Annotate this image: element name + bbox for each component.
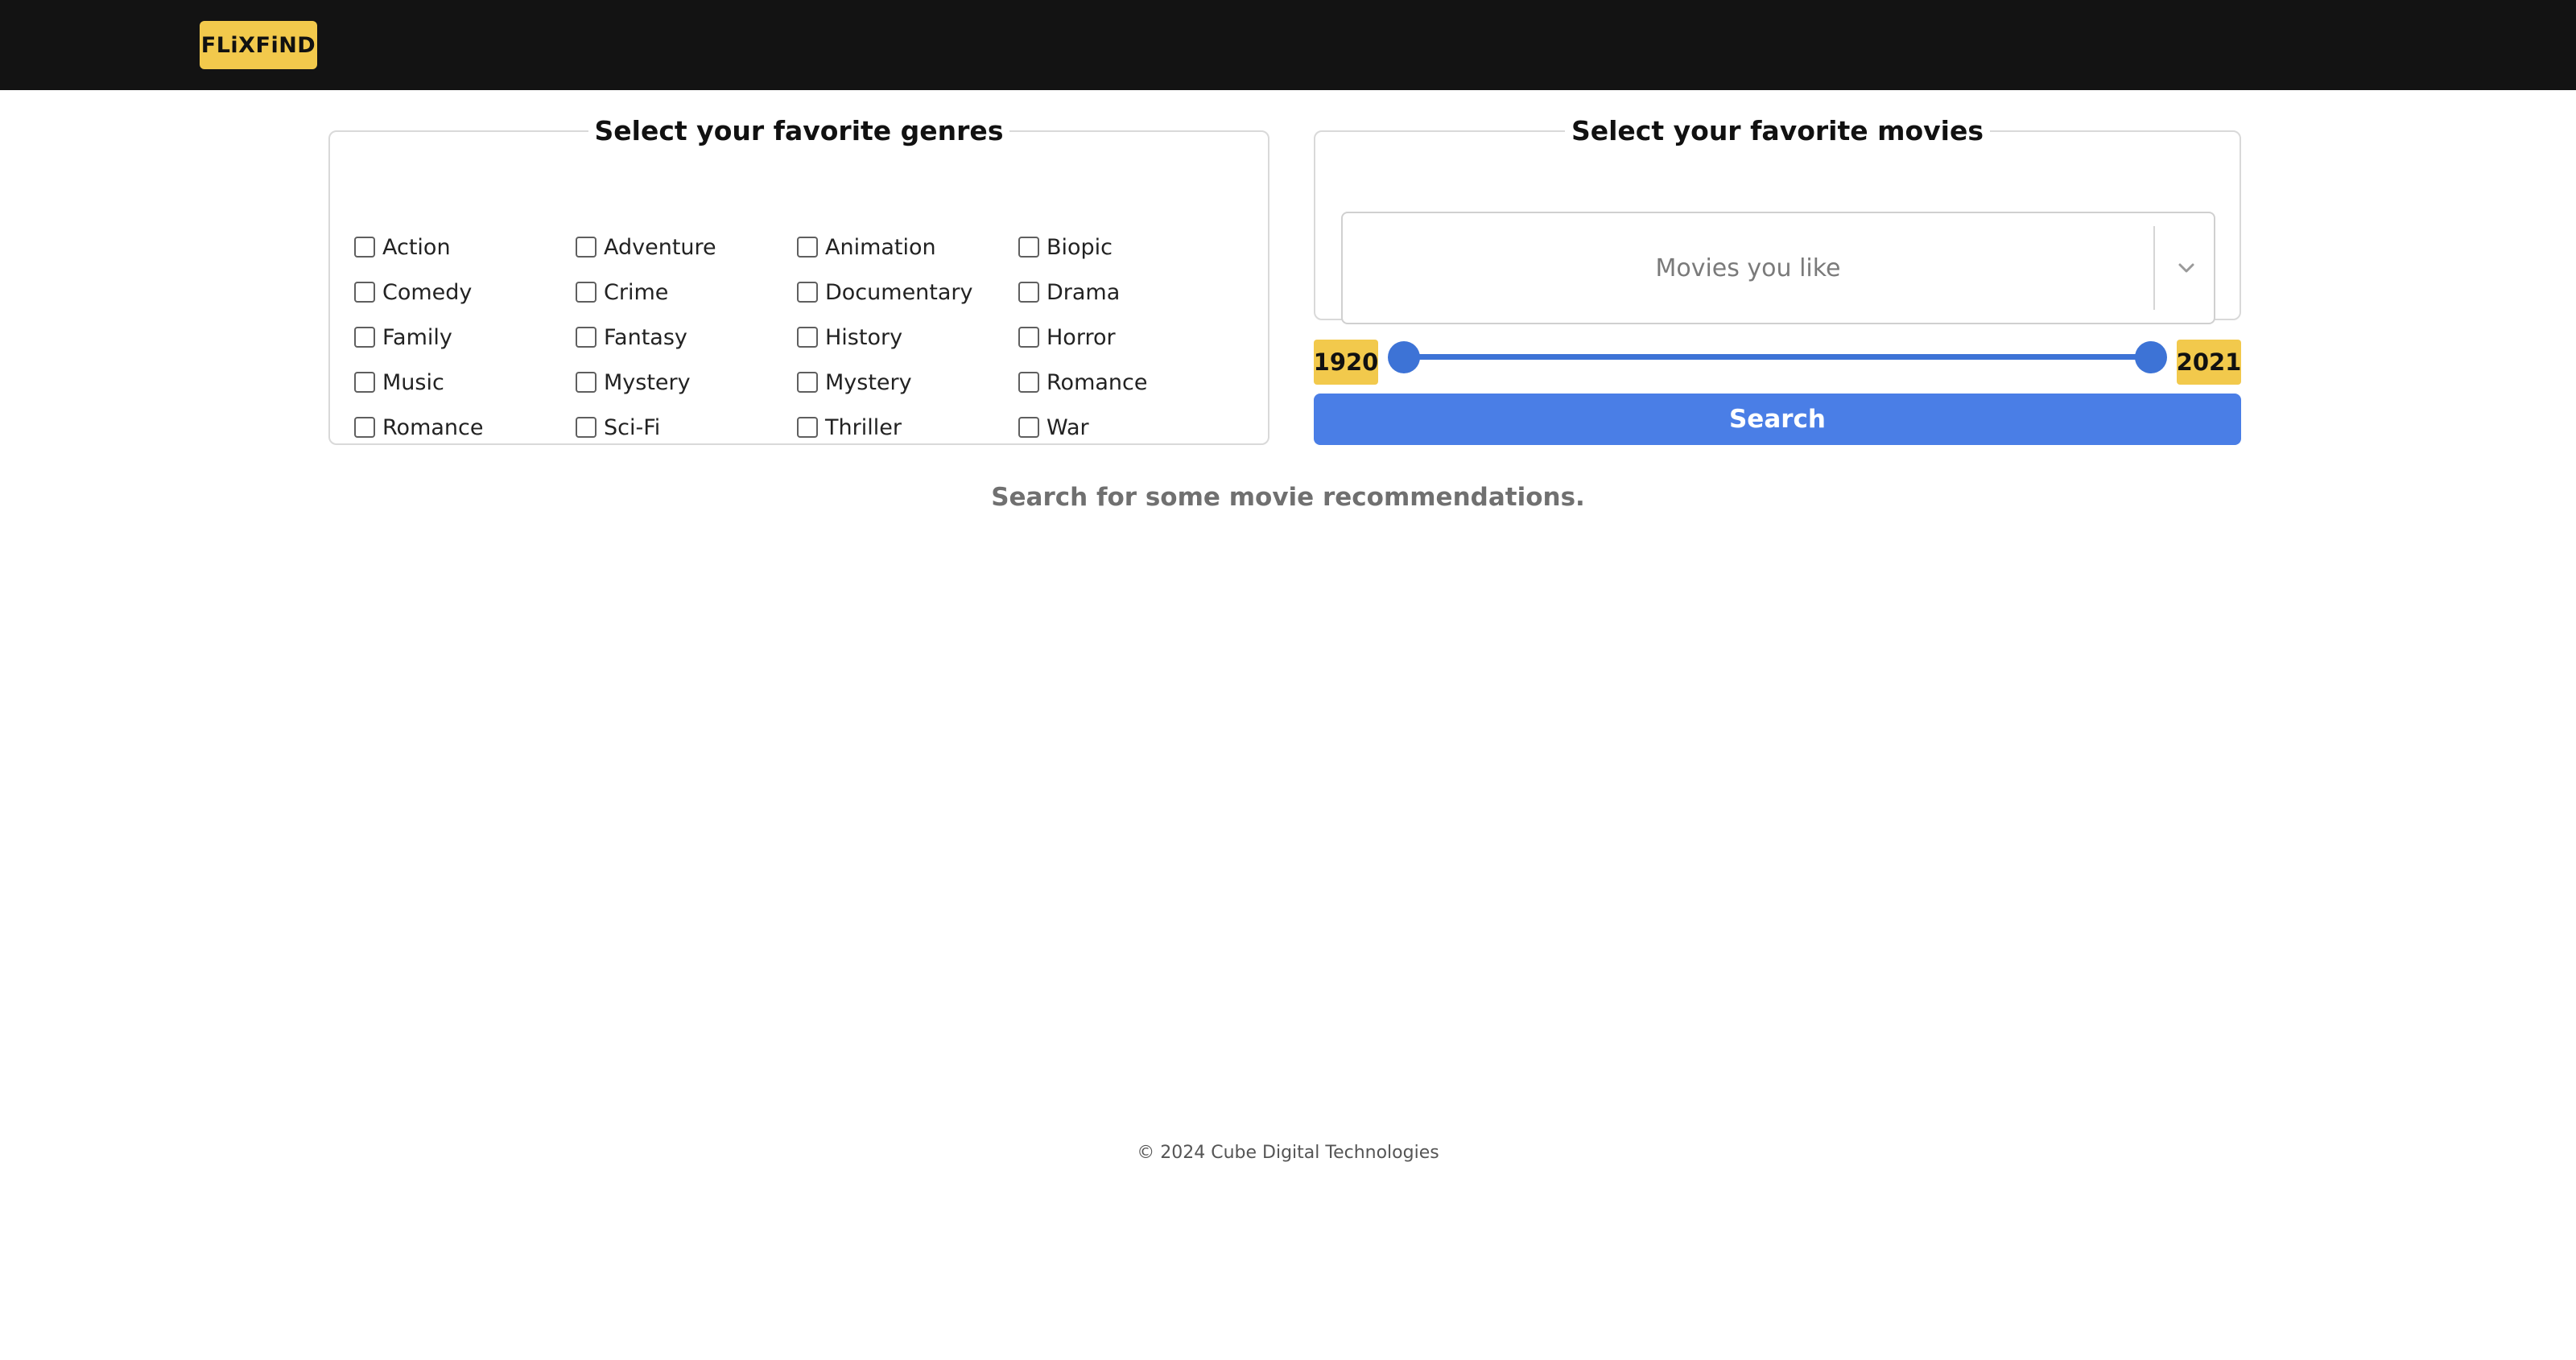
top-navbar: FLiXFiND [0,0,2576,90]
genre-label: Action [382,234,451,260]
genre-option-thriller[interactable]: Thriller [797,405,1018,450]
genre-label: War [1046,414,1089,440]
checkbox[interactable] [1018,237,1039,258]
checkbox[interactable] [797,237,818,258]
genre-option-music[interactable]: Music [354,360,576,405]
year-max-slider-handle[interactable] [2135,341,2167,373]
flixfind-logo[interactable]: FLiXFiND [200,21,317,69]
year-range-slider-track[interactable] [1402,354,2151,360]
genre-option-action[interactable]: Action [354,225,576,270]
checkbox[interactable] [576,372,597,393]
genre-option-mystery[interactable]: Mystery [797,360,1018,405]
select-divider [2153,226,2155,310]
genre-option-crime[interactable]: Crime [576,270,797,315]
genre-label: Romance [1046,369,1148,395]
checkbox[interactable] [354,237,375,258]
genre-option-comedy[interactable]: Comedy [354,270,576,315]
genre-option-fantasy[interactable]: Fantasy [576,315,797,360]
genres-panel: Select your favorite genres Action Adven… [328,115,1269,445]
genre-label: Music [382,369,444,395]
genre-option-biopic[interactable]: Biopic [1018,225,1240,270]
genre-label: Sci-Fi [604,414,661,440]
genres-title: Select your favorite genres [594,115,1004,146]
checkbox[interactable] [354,282,375,303]
checkbox[interactable] [354,372,375,393]
genre-option-history[interactable]: History [797,315,1018,360]
checkbox[interactable] [576,327,597,348]
genre-label: Comedy [382,279,473,305]
genre-option-documentary[interactable]: Documentary [797,270,1018,315]
chevron-down-icon[interactable] [2157,213,2215,323]
checkbox[interactable] [1018,372,1039,393]
checkbox[interactable] [797,372,818,393]
year-max-badge: 2021 [2177,340,2241,385]
checkbox[interactable] [1018,282,1039,303]
genre-label: Fantasy [604,324,687,350]
genre-label: Mystery [604,369,691,395]
movies-title: Select your favorite movies [1571,115,1984,146]
checkbox[interactable] [797,417,818,438]
search-hint-text: Search for some movie recommendations. [991,483,1585,512]
checkbox[interactable] [354,327,375,348]
genre-label: Biopic [1046,234,1113,260]
year-min-badge: 1920 [1314,340,1378,385]
genre-option-adventure[interactable]: Adventure [576,225,797,270]
checkbox[interactable] [797,327,818,348]
movie-search-input[interactable]: Movies you like [1343,213,2153,323]
genre-option-animation[interactable]: Animation [797,225,1018,270]
search-button[interactable]: Search [1314,394,2241,445]
checkbox[interactable] [1018,417,1039,438]
year-min-slider-handle[interactable] [1388,341,1420,373]
genre-label: Romance [382,414,484,440]
genre-option-romance[interactable]: Romance [1018,360,1240,405]
footer-copyright: © 2024 Cube Digital Technologies [1137,1143,1439,1163]
genre-label: Thriller [825,414,902,440]
genre-label: Drama [1046,279,1121,305]
genre-label: Mystery [825,369,912,395]
genre-label: Animation [825,234,936,260]
movie-select-dropdown[interactable]: Movies you like [1341,212,2215,324]
checkbox[interactable] [1018,327,1039,348]
checkbox[interactable] [576,282,597,303]
genre-option-mystery[interactable]: Mystery [576,360,797,405]
genre-option-war[interactable]: War [1018,405,1240,450]
genre-label: Adventure [604,234,716,260]
checkbox[interactable] [354,417,375,438]
genre-label: Horror [1046,324,1116,350]
genre-option-horror[interactable]: Horror [1018,315,1240,360]
checkbox[interactable] [576,417,597,438]
genre-label: History [825,324,903,350]
genre-label: Family [382,324,452,350]
movies-panel: Select your favorite movies Movies you l… [1314,115,2241,324]
genre-option-family[interactable]: Family [354,315,576,360]
genre-option-drama[interactable]: Drama [1018,270,1240,315]
genre-label: Crime [604,279,669,305]
genre-option-sci-fi[interactable]: Sci-Fi [576,405,797,450]
checkbox[interactable] [576,237,597,258]
genre-option-romance[interactable]: Romance [354,405,576,450]
genre-label: Documentary [825,279,973,305]
checkbox[interactable] [797,282,818,303]
genre-checkbox-grid: Action Adventure Animation Biopic Comedy… [354,225,1240,450]
